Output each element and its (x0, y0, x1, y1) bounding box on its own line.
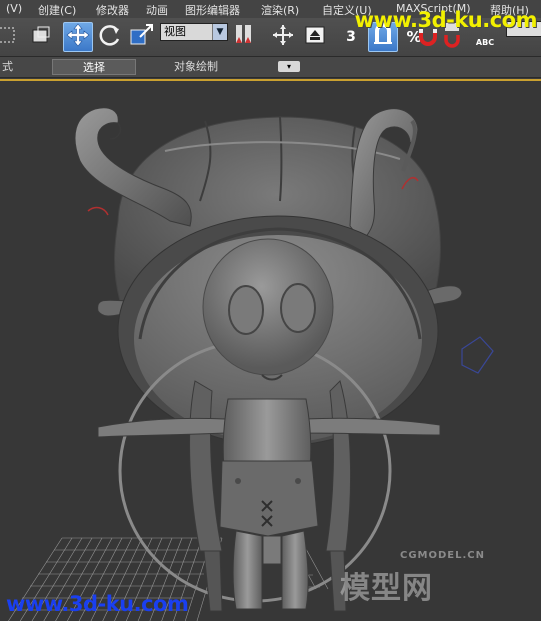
window-crossing-button[interactable] (26, 22, 56, 52)
right-eye (280, 283, 316, 333)
dashed-rect-icon (0, 26, 16, 48)
chevron-down-icon: ▼ (212, 24, 227, 40)
menu-item-create[interactable]: 创建(C) (38, 2, 76, 18)
viewport-scene (8, 107, 494, 621)
keyboard-icon (303, 23, 327, 51)
watermark-top: www.3d-ku.com (354, 8, 538, 32)
tab-selection[interactable]: 选择 (52, 59, 136, 75)
left-arm (97, 417, 226, 438)
light-gizmo (461, 336, 494, 374)
scale-icon (128, 21, 156, 53)
menu-item-view[interactable]: (V) (6, 2, 22, 15)
tab-object-paint[interactable]: 对象绘制 (174, 59, 218, 75)
select-and-move-button[interactable] (63, 22, 93, 52)
left-eye (228, 285, 264, 335)
menu-item-animation[interactable]: 动画 (146, 2, 168, 18)
select-and-manipulate-button[interactable] (268, 22, 298, 52)
pivot-center-icon (232, 22, 256, 52)
watermark-cgmodel-large: 模型网 (340, 571, 433, 606)
menu-item-modifiers[interactable]: 修改器 (96, 2, 129, 18)
ribbon-options-dropdown[interactable]: ▾ (278, 61, 300, 72)
abc-label: ABC (475, 37, 495, 47)
menu-item-graph-editors[interactable]: 图形编辑器 (185, 2, 240, 18)
watermark-bottom: www.3d-ku.com (6, 592, 189, 616)
select-region-button[interactable] (0, 22, 20, 52)
manipulate-icon (270, 22, 296, 52)
shorts (219, 460, 319, 537)
rotate-icon (97, 22, 123, 52)
reference-coordinate-dropdown[interactable]: 视图 ▼ (160, 23, 228, 41)
select-and-rotate-button[interactable] (95, 22, 125, 52)
left-leg (232, 530, 263, 610)
select-and-scale-button[interactable] (127, 22, 157, 52)
keyboard-shortcut-override-button[interactable] (300, 22, 330, 52)
move-arrows-icon (65, 22, 91, 52)
viewport-perspective[interactable] (0, 79, 541, 621)
ribbon-tabs: 式 选择 对象绘制 ▾ (0, 57, 541, 78)
window-crossing-icon (29, 24, 53, 50)
ribbon-left-label[interactable]: 式 (2, 59, 13, 75)
menu-item-rendering[interactable]: 渲染(R) (261, 2, 299, 18)
reference-coordinate-value: 视图 (164, 25, 186, 38)
right-arm (304, 417, 441, 436)
watermark-cgmodel-small: CGMODEL.CN (400, 550, 486, 561)
right-leg (281, 530, 309, 610)
use-pivot-center-button[interactable] (229, 22, 259, 52)
